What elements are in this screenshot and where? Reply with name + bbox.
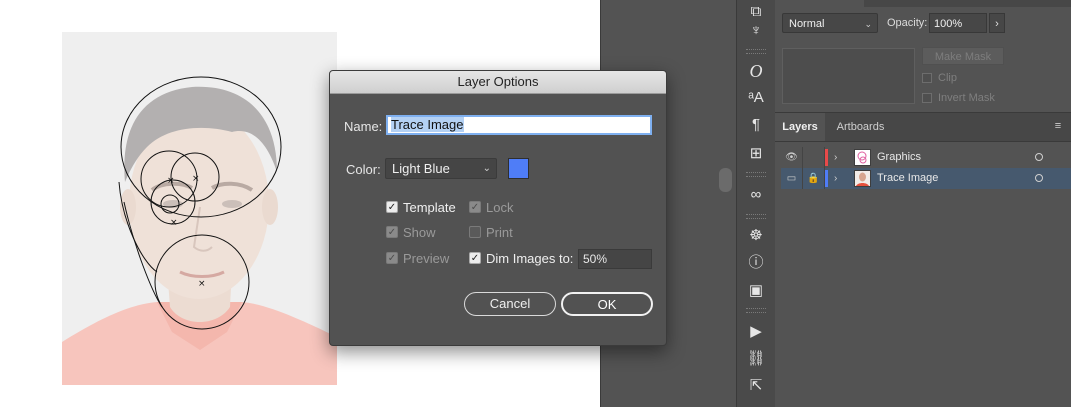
dim-images-label: Dim Images to: <box>486 251 574 266</box>
strip-grip[interactable] <box>746 308 766 313</box>
transparency-panel-header <box>864 0 1071 7</box>
tab-artboards[interactable]: Artboards <box>828 113 893 141</box>
svg-text:×: × <box>198 279 206 289</box>
export-icon[interactable]: ⇱ <box>737 374 775 398</box>
layer-color-bar <box>825 149 828 166</box>
blend-mode-value: Normal <box>789 18 825 30</box>
preview-checkbox[interactable]: ✓ <box>386 252 398 264</box>
layer-name: Graphics <box>877 151 922 163</box>
tab-layers[interactable]: Layers <box>775 113 825 141</box>
show-label: Show <box>403 225 436 240</box>
invert-mask-label: Invert Mask <box>938 92 995 104</box>
chevron-right-icon[interactable]: › <box>834 168 844 189</box>
clip-checkbox[interactable] <box>922 73 932 83</box>
template-icon[interactable]: ▭ <box>781 168 803 189</box>
lock-checkbox[interactable]: ✓ <box>469 201 481 213</box>
svg-text:×: × <box>170 218 178 228</box>
print-checkbox[interactable] <box>469 226 481 238</box>
transparency-thumbnail <box>782 48 915 104</box>
svg-text:×: × <box>192 174 200 184</box>
links-icon[interactable]: ⛓ <box>737 347 775 371</box>
align-icon[interactable]: ⊞ <box>737 142 775 166</box>
svg-text:×: × <box>167 176 175 186</box>
make-mask-button[interactable]: Make Mask <box>922 47 1004 65</box>
layer-color-value: Light Blue <box>392 161 450 176</box>
layer-thumbnail <box>854 170 871 187</box>
invert-mask-checkbox[interactable] <box>922 93 932 103</box>
color-label: Color: <box>346 162 381 177</box>
layer-color-bar <box>825 170 828 187</box>
eye-icon[interactable]: 👁 <box>781 147 803 168</box>
show-checkbox[interactable]: ✓ <box>386 226 398 238</box>
template-checkbox[interactable]: ✓ <box>386 201 398 213</box>
lock-toggle[interactable] <box>803 147 825 168</box>
name-label: Name: <box>344 119 383 134</box>
strip-grip[interactable] <box>746 172 766 177</box>
chevron-down-icon: ⌄ <box>864 19 872 29</box>
layer-name-value: Trace Image <box>391 117 464 132</box>
info-icon[interactable]: ⓘ <box>737 251 775 275</box>
cancel-button[interactable]: Cancel <box>464 292 556 316</box>
layer-thumbnail <box>854 149 871 166</box>
paragraph-icon[interactable]: ¶ <box>737 113 775 137</box>
document-info-icon[interactable]: ▣ <box>737 279 775 303</box>
layer-name: Trace Image <box>877 172 939 184</box>
lock-icon[interactable]: 🔒 <box>803 168 825 189</box>
ok-button[interactable]: OK <box>561 292 653 316</box>
layer-row-graphics[interactable]: 👁 › Graphics <box>781 147 1071 168</box>
character-icon[interactable]: O <box>737 59 775 83</box>
layer-name-input[interactable]: Trace Image <box>386 115 652 135</box>
opacity-input[interactable]: 100% <box>929 13 987 33</box>
template-label: Template <box>403 200 456 215</box>
chevron-right-icon[interactable]: › <box>834 147 844 168</box>
dialog-title: Layer Options <box>330 71 666 94</box>
lock-label: Lock <box>486 200 514 215</box>
layer-color-select[interactable]: Light Blue ⌄ <box>385 158 497 179</box>
preview-label: Preview <box>403 251 450 266</box>
portrait-trace-image: × × × × <box>62 32 337 385</box>
layer-target-icon[interactable] <box>1035 174 1043 182</box>
layer-color-swatch[interactable] <box>508 158 529 179</box>
panel-menu-icon[interactable]: ≡ <box>1051 119 1065 133</box>
glyphs-icon[interactable]: ᵃA <box>737 86 775 110</box>
layer-row-trace-image[interactable]: ▭ 🔒 › Trace Image <box>781 168 1071 189</box>
artboard[interactable]: × × × × <box>62 32 337 385</box>
navigator-icon[interactable]: ☸ <box>737 224 775 248</box>
blend-mode-select[interactable]: Normal ⌄ <box>782 13 878 33</box>
panel-scroll-handle[interactable] <box>719 168 732 192</box>
dim-images-checkbox[interactable]: ✓ <box>469 252 481 264</box>
clip-label: Clip <box>938 72 957 84</box>
panel-icon-strip: ⧉ ♆ O ᵃA ¶ ⊞ ∞ ☸ ⓘ ▣ ▶ ⛓ ⇱ <box>736 0 776 407</box>
dim-images-input[interactable]: 50% <box>578 249 652 269</box>
chevron-down-icon: ⌄ <box>482 163 491 174</box>
creative-cloud-icon[interactable]: ∞ <box>737 183 775 207</box>
strip-grip[interactable] <box>746 214 766 219</box>
layer-target-icon[interactable] <box>1035 153 1043 161</box>
opacity-label: Opacity: <box>887 17 928 29</box>
layer-options-dialog: Layer Options Name: Trace Image Color: L… <box>329 70 667 346</box>
opacity-chevron-right-icon[interactable]: › <box>989 13 1005 33</box>
puppet-icon[interactable]: ♆ <box>737 19 775 43</box>
strip-grip[interactable] <box>746 49 766 54</box>
print-label: Print <box>486 225 513 240</box>
actions-play-icon[interactable]: ▶ <box>737 320 775 344</box>
